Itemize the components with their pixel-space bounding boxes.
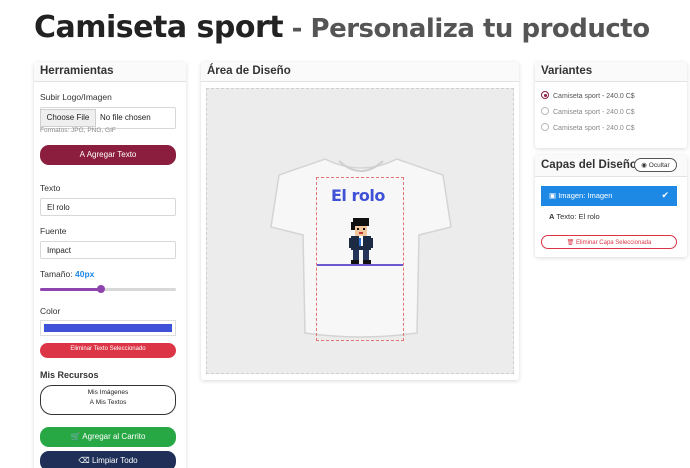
- add-text-label: Agregar Texto: [86, 150, 137, 159]
- radio-selected-icon: [541, 91, 549, 99]
- variants-panel-title: Variantes: [535, 62, 687, 82]
- text-label: Texto: [40, 183, 61, 193]
- design-text-layer[interactable]: El rolo: [331, 186, 385, 205]
- hide-layers-button[interactable]: ◉ Ocultar: [634, 158, 677, 172]
- design-canvas[interactable]: El rolo: [206, 88, 514, 374]
- add-to-cart-label: Agregar al Carrito: [82, 432, 146, 441]
- layer-item-text[interactable]: A Texto: El rolo: [541, 207, 677, 227]
- eye-icon: ◉: [641, 162, 647, 169]
- size-label: Tamaño: 40px: [40, 269, 94, 279]
- design-panel-title: Área de Diseño: [201, 62, 519, 82]
- layer-label: Texto: El rolo: [556, 212, 600, 221]
- delete-text-button[interactable]: Eliminar Texto Seleccionado: [40, 343, 176, 358]
- my-texts-button[interactable]: A Mis Textos: [41, 399, 175, 406]
- tools-panel: Herramientas Subir Logo/Imagen Choose Fi…: [34, 62, 186, 468]
- add-text-button[interactable]: A Agregar Texto: [40, 145, 176, 165]
- cart-icon: 🛒: [70, 432, 81, 441]
- delete-layer-label: Eliminar Capa Seleccionada: [575, 240, 652, 246]
- tools-panel-title: Herramientas: [34, 62, 186, 82]
- variant-option-2[interactable]: Camiseta sport - 240.0 C$: [541, 107, 635, 116]
- file-status: No file chosen: [100, 113, 151, 122]
- radio-icon: [541, 123, 549, 131]
- page-subtitle: Personaliza tu producto: [310, 14, 651, 44]
- resources-group: Mis Imágenes A Mis Textos: [40, 385, 176, 415]
- variant-option-1[interactable]: Camiseta sport - 240.0 C$: [541, 91, 635, 100]
- variant-label: Camiseta sport - 240.0 C$: [553, 109, 635, 116]
- font-label: Fuente: [40, 226, 67, 236]
- my-images-button[interactable]: Mis Imágenes: [41, 389, 175, 396]
- text-icon: A: [79, 150, 85, 159]
- add-to-cart-button[interactable]: 🛒 Agregar al Carrito: [40, 427, 176, 447]
- radio-icon: [541, 107, 549, 115]
- color-picker[interactable]: [40, 320, 176, 336]
- my-texts-label: Mis Textos: [95, 399, 127, 406]
- resources-title: Mis Recursos: [40, 370, 99, 380]
- hide-layers-label: Ocultar: [648, 162, 670, 169]
- check-icon: ✔: [661, 190, 669, 200]
- pixel-character-image[interactable]: [345, 218, 377, 266]
- variant-label: Camiseta sport - 240.0 C$: [553, 125, 635, 132]
- variant-option-3[interactable]: Camiseta sport - 240.0 C$: [541, 123, 635, 132]
- variants-panel: Variantes Camiseta sport - 240.0 C$ Cami…: [535, 62, 687, 148]
- variant-label: Camiseta sport - 240.0 C$: [553, 93, 635, 100]
- size-slider-thumb[interactable]: [97, 285, 106, 293]
- size-value: 40px: [74, 269, 95, 279]
- text-icon: A: [89, 399, 94, 406]
- title-separator: -: [283, 14, 311, 44]
- size-slider[interactable]: [40, 285, 176, 293]
- color-swatch: [44, 324, 172, 332]
- page-title: Camiseta sport - Personaliza tu producto: [34, 10, 650, 45]
- size-label-text: Tamaño:: [40, 269, 73, 279]
- clear-all-label: Limpiar Todo: [91, 456, 138, 465]
- color-label: Color: [40, 306, 61, 316]
- trash-icon: 🗑: [566, 240, 575, 246]
- design-panel: Área de Diseño El rolo: [201, 62, 519, 380]
- layers-panel: Capas del Diseño ◉ Ocultar ▣ Imagen: Ima…: [535, 155, 687, 257]
- choose-file-button[interactable]: Choose File: [40, 109, 96, 127]
- delete-layer-button[interactable]: 🗑 Eliminar Capa Seleccionada: [541, 235, 677, 249]
- image-icon: ▣: [549, 191, 557, 200]
- font-select[interactable]: Impact: [40, 241, 176, 259]
- layer-label: Imagen: Imagen: [558, 191, 613, 200]
- size-slider-fill: [40, 288, 102, 291]
- upload-logo-label: Subir Logo/Imagen: [40, 92, 112, 102]
- eraser-icon: ⌫: [78, 456, 90, 465]
- design-baseline: [317, 264, 403, 266]
- product-name: Camiseta sport: [34, 10, 284, 45]
- text-icon: A: [549, 212, 555, 221]
- design-bounding-box[interactable]: El rolo: [316, 177, 404, 341]
- my-images-label: Mis Imágenes: [87, 389, 129, 396]
- layer-item-image[interactable]: ▣ Imagen: Imagen ✔: [541, 186, 677, 206]
- clear-all-button[interactable]: ⌫ Limpiar Todo: [40, 451, 176, 468]
- text-input[interactable]: El rolo: [40, 198, 176, 216]
- formats-hint: Formatos: JPG, PNG, GIF: [40, 127, 116, 134]
